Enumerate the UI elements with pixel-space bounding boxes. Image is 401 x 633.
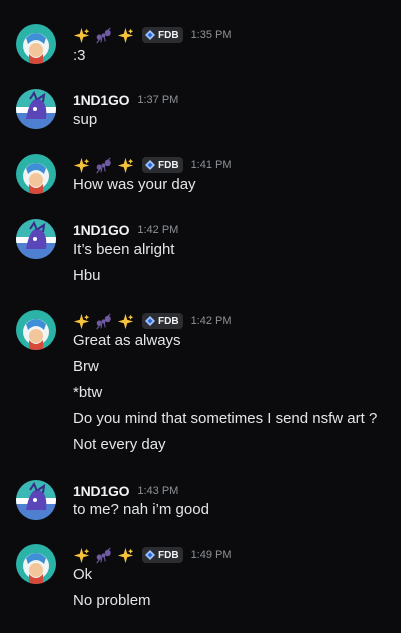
server-tag[interactable]: FDB [142,27,183,43]
avatar[interactable] [16,310,56,350]
display-name[interactable] [73,546,134,564]
timestamp[interactable]: 1:37 PM [137,94,178,106]
ant-icon [96,546,111,563]
tag-badge-icon [145,316,155,326]
message-header: 1ND1GO 1:43 PM [73,480,178,502]
ant-icon [96,312,111,329]
tag-badge-icon [145,30,155,40]
message-text: :3 [73,47,86,64]
message-text: It’s been alright [73,241,175,258]
tag-label: FDB [158,549,179,561]
sparkles-icon [117,547,134,563]
message-header: FDB 1:49 PM [73,544,232,566]
message-text: sup [73,111,98,128]
display-name[interactable] [73,26,134,44]
username[interactable]: 1ND1GO [73,483,130,499]
timestamp[interactable]: 1:35 PM [191,29,232,41]
sparkles-icon [73,27,90,43]
avatar[interactable] [16,480,56,520]
ant-icon [96,156,111,173]
chat-messages: FDB 1:35 PM :3 1ND1GO 1:37 PM sup FDB 1:… [0,0,401,633]
message-text: to me? nah i’m good [73,501,209,518]
message-text: Brw [73,358,99,375]
server-tag[interactable]: FDB [142,157,183,173]
message-text: No problem [73,592,151,609]
message-header: FDB 1:41 PM [73,154,232,176]
sparkles-icon [73,547,90,563]
server-tag[interactable]: FDB [142,547,183,563]
timestamp[interactable]: 1:43 PM [137,485,178,497]
display-name[interactable] [73,156,134,174]
timestamp[interactable]: 1:42 PM [191,315,232,327]
message-text: *btw [73,384,103,401]
message-text: Ok [73,566,93,583]
avatar[interactable] [16,24,56,64]
timestamp[interactable]: 1:49 PM [191,549,232,561]
tag-label: FDB [158,29,179,41]
message-header: 1ND1GO 1:42 PM [73,219,178,241]
message-text: Not every day [73,436,166,453]
timestamp[interactable]: 1:42 PM [137,224,178,236]
avatar[interactable] [16,154,56,194]
username[interactable]: 1ND1GO [73,222,130,238]
tag-label: FDB [158,159,179,171]
message-text: Hbu [73,267,101,284]
timestamp[interactable]: 1:41 PM [191,159,232,171]
username[interactable]: 1ND1GO [73,92,130,108]
message-header: FDB 1:35 PM [73,24,232,46]
sparkles-icon [117,157,134,173]
message-text: How was your day [73,176,196,193]
message-text: Great as always [73,332,181,349]
message-text: Do you mind that sometimes I send nsfw a… [73,410,378,427]
message-header: 1ND1GO 1:37 PM [73,89,178,111]
avatar[interactable] [16,544,56,584]
message-header: FDB 1:42 PM [73,310,232,332]
tag-badge-icon [145,550,155,560]
sparkles-icon [73,313,90,329]
ant-icon [96,26,111,43]
sparkles-icon [117,27,134,43]
tag-label: FDB [158,315,179,327]
tag-badge-icon [145,160,155,170]
server-tag[interactable]: FDB [142,313,183,329]
sparkles-icon [73,157,90,173]
display-name[interactable] [73,312,134,330]
avatar[interactable] [16,89,56,129]
avatar[interactable] [16,219,56,259]
sparkles-icon [117,313,134,329]
